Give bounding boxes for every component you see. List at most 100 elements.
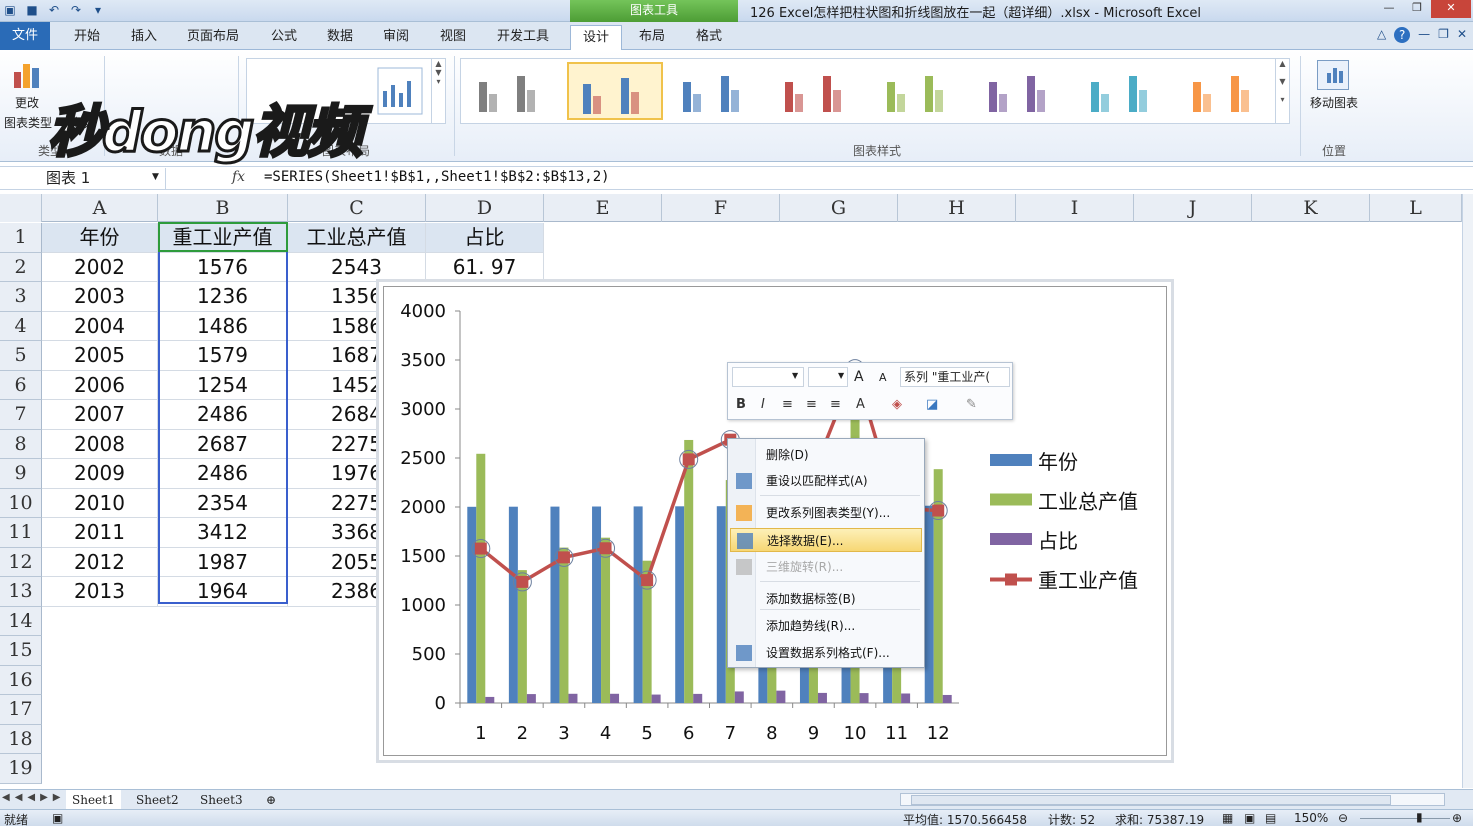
row-header-9[interactable]: 9 xyxy=(0,459,42,489)
row-header-4[interactable]: 4 xyxy=(0,311,42,341)
chart-style-thumbnail[interactable] xyxy=(669,62,765,120)
table-cell[interactable]: 2011 xyxy=(42,518,158,548)
restore-icon[interactable]: ❐ xyxy=(1403,0,1431,18)
row-header-10[interactable]: 10 xyxy=(0,488,42,518)
tab-5[interactable]: 数据 xyxy=(318,25,362,50)
chart-style-thumbnail[interactable] xyxy=(771,62,867,120)
move-chart-icon[interactable] xyxy=(1317,60,1349,90)
table-header-cell[interactable]: 工业总产值 xyxy=(288,223,426,253)
table-cell[interactable]: 1579 xyxy=(158,341,288,371)
doc-close-icon[interactable]: ✕ xyxy=(1457,27,1467,43)
column-header-J[interactable]: J xyxy=(1134,194,1252,222)
chart-style-thumbnail[interactable] xyxy=(567,62,663,120)
align-right-icon[interactable]: ≡ xyxy=(830,397,841,412)
tab-1[interactable]: 开始 xyxy=(62,25,112,50)
context-menu-item[interactable]: 更改系列图表类型(Y)... xyxy=(730,501,922,525)
view-page-break-icon[interactable]: ▤ xyxy=(1265,811,1276,825)
zoom-level[interactable]: 150% xyxy=(1294,811,1328,825)
table-header-cell[interactable]: 占比 xyxy=(426,223,544,253)
row-header-12[interactable]: 12 xyxy=(0,547,42,577)
tab-3[interactable]: 页面布局 xyxy=(182,25,244,50)
column-header-D[interactable]: D xyxy=(426,194,544,222)
row-header-6[interactable]: 6 xyxy=(0,370,42,400)
table-cell[interactable]: 1486 xyxy=(158,311,288,341)
table-cell[interactable]: 2486 xyxy=(158,400,288,430)
move-chart-label[interactable]: 移动图表 xyxy=(1302,94,1366,112)
row-header-11[interactable]: 11 xyxy=(0,518,42,548)
shrink-font-icon[interactable]: A xyxy=(879,371,887,384)
column-header-G[interactable]: G xyxy=(780,194,898,222)
column-header-C[interactable]: C xyxy=(288,194,426,222)
horizontal-scrollbar[interactable] xyxy=(900,793,1445,806)
change-chart-type-icon[interactable] xyxy=(12,58,42,90)
align-left-icon[interactable]: ≡ xyxy=(782,397,793,412)
grow-font-icon[interactable]: A xyxy=(854,369,864,385)
name-box-dropdown-icon[interactable]: ▼ xyxy=(152,172,159,182)
sheet-navigation-icons[interactable]: ◀◀◀▶▶ xyxy=(2,792,65,803)
table-cell[interactable]: 2354 xyxy=(158,488,288,518)
italic-button[interactable]: I xyxy=(761,397,765,412)
table-cell[interactable]: 1964 xyxy=(158,577,288,607)
context-menu-item[interactable]: 选择数据(E)... xyxy=(730,528,922,552)
context-menu-item[interactable]: 删除(D) xyxy=(730,443,922,467)
font-name-dropdown-icon[interactable]: ▼ xyxy=(792,371,798,380)
column-header-H[interactable]: H xyxy=(898,194,1016,222)
table-cell[interactable]: 1254 xyxy=(158,370,288,400)
insert-function-icon[interactable]: fx xyxy=(232,169,245,185)
format-painter-icon[interactable]: ✎ xyxy=(966,397,977,412)
row-header-19[interactable]: 19 xyxy=(0,754,42,784)
view-page-layout-icon[interactable]: ▣ xyxy=(1244,811,1255,825)
line-color-icon[interactable]: ◪ xyxy=(926,397,938,412)
vertical-scrollbar[interactable] xyxy=(1462,194,1473,788)
row-header-13[interactable]: 13 xyxy=(0,577,42,607)
row-header-5[interactable]: 5 xyxy=(0,341,42,371)
select-all-corner[interactable] xyxy=(0,194,42,222)
font-size-dropdown-icon[interactable]: ▼ xyxy=(838,371,844,380)
tab-6[interactable]: 审阅 xyxy=(374,25,418,50)
table-cell[interactable]: 2010 xyxy=(42,488,158,518)
row-header-8[interactable]: 8 xyxy=(0,429,42,459)
table-cell[interactable]: 2013 xyxy=(42,577,158,607)
tab-7[interactable]: 视图 xyxy=(430,25,476,50)
table-cell[interactable]: 2003 xyxy=(42,282,158,312)
chart-style-thumbnail[interactable] xyxy=(1179,62,1275,120)
zoom-out-icon[interactable]: ⊖ xyxy=(1338,811,1348,825)
table-cell[interactable]: 2006 xyxy=(42,370,158,400)
table-cell[interactable]: 2002 xyxy=(42,252,158,282)
horizontal-scroll-thumb[interactable] xyxy=(911,795,1391,805)
undo-icon[interactable]: ↶ xyxy=(46,2,62,18)
minimize-ribbon-icon[interactable]: △ xyxy=(1377,27,1386,43)
fill-color-icon[interactable]: ◈ xyxy=(892,397,902,412)
row-header-2[interactable]: 2 xyxy=(0,252,42,282)
table-cell[interactable]: 2004 xyxy=(42,311,158,341)
bold-button[interactable]: B xyxy=(736,397,746,412)
zoom-in-icon[interactable]: ⊕ xyxy=(1452,811,1462,825)
context-menu-item[interactable]: 重设以匹配样式(A) xyxy=(730,469,922,493)
chart-style-thumbnail[interactable] xyxy=(1077,62,1173,120)
tab-11[interactable]: 格式 xyxy=(682,25,736,50)
table-cell[interactable]: 2008 xyxy=(42,429,158,459)
table-cell[interactable]: 1987 xyxy=(158,547,288,577)
close-icon[interactable]: ✕ xyxy=(1431,0,1471,18)
table-header-cell[interactable]: 重工业产值 xyxy=(158,223,288,253)
context-menu-item[interactable]: 添加趋势线(R)... xyxy=(730,614,922,638)
sheet-tab-Sheet3[interactable]: Sheet3 xyxy=(194,790,249,810)
table-cell[interactable]: 2007 xyxy=(42,400,158,430)
zoom-slider-thumb[interactable]: ▮ xyxy=(1416,810,1423,824)
chart-style-gallery[interactable]: ▲ ▼ ▾ xyxy=(460,58,1290,124)
column-header-A[interactable]: A xyxy=(42,194,158,222)
column-header-F[interactable]: F xyxy=(662,194,780,222)
formula-input[interactable]: =SERIES(Sheet1!$B$1,,Sheet1!$B$2:$B$13,2… xyxy=(264,169,610,185)
table-cell[interactable]: 2009 xyxy=(42,459,158,489)
customize-qat-icon[interactable]: ▾ xyxy=(90,2,106,18)
table-cell[interactable]: 2012 xyxy=(42,547,158,577)
column-header-B[interactable]: B xyxy=(158,194,288,222)
row-header-18[interactable]: 18 xyxy=(0,724,42,754)
view-normal-icon[interactable]: ▦ xyxy=(1222,811,1233,825)
column-header-K[interactable]: K xyxy=(1252,194,1370,222)
align-center-icon[interactable]: ≡ xyxy=(806,397,817,412)
row-header-16[interactable]: 16 xyxy=(0,665,42,695)
doc-restore-icon[interactable]: ❐ xyxy=(1438,27,1449,43)
table-cell[interactable]: 61. 97 xyxy=(426,252,544,282)
row-header-17[interactable]: 17 xyxy=(0,695,42,725)
